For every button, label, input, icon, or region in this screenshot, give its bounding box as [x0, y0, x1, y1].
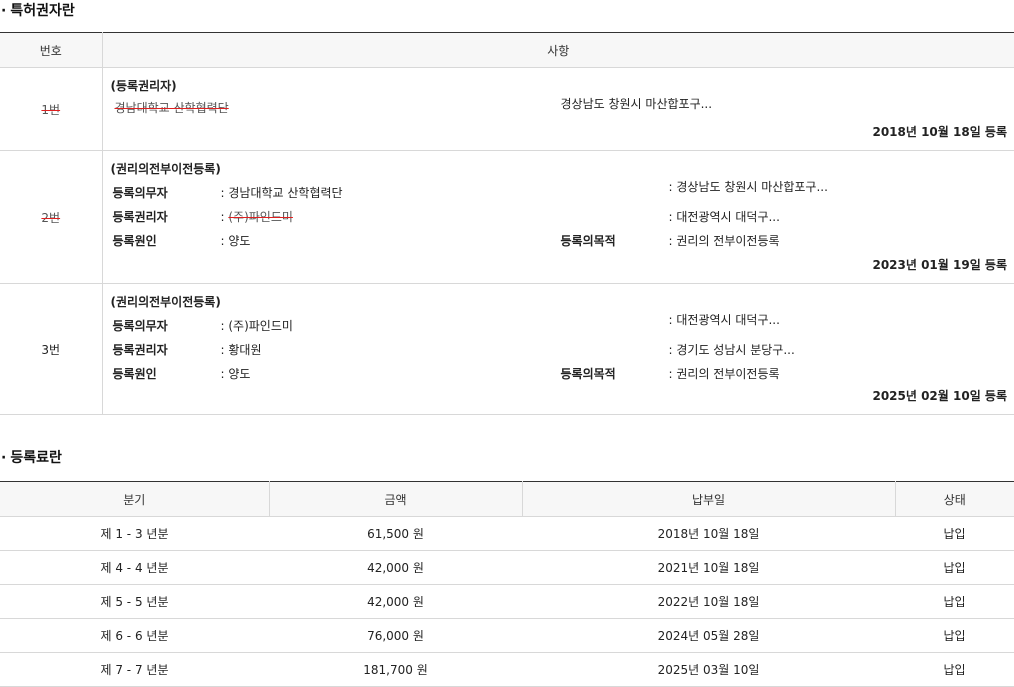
- cause-label: 등록원인: [112, 367, 157, 381]
- row-number: 3번: [41, 342, 61, 357]
- rights-header-row: 번호 사항: [0, 32, 1014, 68]
- fee-amount: 42,000 원: [269, 550, 522, 585]
- fee-period: 제 6 - 6 년분: [0, 618, 269, 653]
- obligor-value: : (주)파인드미: [220, 319, 293, 333]
- cause-value: : 양도: [220, 234, 251, 248]
- holder-label: 등록권리자: [112, 210, 168, 224]
- registration-kind: (권리의전부이전등록): [110, 162, 221, 176]
- holder-address: : 대전광역시 대덕구...: [668, 210, 780, 224]
- registration-date: 2018년 10월 18일 등록: [872, 125, 1007, 139]
- column-header-paid-date: 납부일: [522, 481, 896, 517]
- column-header-detail: 사항: [102, 32, 1014, 68]
- row-number-struck: 1번: [41, 102, 61, 117]
- holder-name-struck: 경남대학교 산학협력단: [114, 101, 229, 115]
- fees-section-label: 등록료란: [10, 450, 62, 466]
- fee-paid-date: 2024년 05월 28일: [522, 618, 895, 653]
- fee-status: 납입: [895, 550, 1014, 585]
- purpose-label: 등록의목적: [560, 367, 616, 381]
- obligor-address: : 대전광역시 대덕구...: [668, 313, 780, 327]
- obligor-value: : 경남대학교 산학협력단: [220, 186, 343, 200]
- fee-row: 제 5 - 5 년분 42,000 원 2022년 10월 18일 납입: [0, 584, 1014, 619]
- purpose-value: : 권리의 전부이전등록: [668, 234, 780, 248]
- fee-paid-date: 2022년 10월 18일: [522, 584, 895, 619]
- registration-kind: (권리의전부이전등록): [110, 295, 221, 309]
- fee-row: 제 4 - 4 년분 42,000 원 2021년 10월 18일 납입: [0, 550, 1014, 585]
- cause-label: 등록원인: [112, 234, 157, 248]
- registration-date: 2023년 01월 19일 등록: [872, 258, 1007, 272]
- cause-value: : 양도: [220, 367, 251, 381]
- fee-paid-date: 2018년 10월 18일: [522, 516, 895, 551]
- fee-row: 제 1 - 3 년분 61,500 원 2018년 10월 18일 납입: [0, 516, 1014, 551]
- rights-row-detail: (권리의전부이전등록) 등록의무자 : (주)파인드미 : 대전광역시 대덕구.…: [102, 283, 1014, 415]
- obligor-label: 등록의무자: [112, 319, 168, 333]
- obligor-label: 등록의무자: [112, 186, 168, 200]
- rights-row-3: 3번 (권리의전부이전등록) 등록의무자 : (주)파인드미 : 대전광역시 대…: [0, 283, 1014, 415]
- rights-section-label: 특허권자란: [10, 3, 75, 19]
- column-header-status: 상태: [895, 481, 1014, 517]
- fee-row: 제 6 - 6 년분 76,000 원 2024년 05월 28일 납입: [0, 618, 1014, 653]
- rights-table: 번호 사항 1번 (등록권리자) 경남대학교 산학협력단 경상남도 창원시 마산…: [0, 32, 1014, 415]
- column-header-period: 분기: [0, 481, 270, 517]
- rights-row-number: 3번: [0, 283, 103, 415]
- registration-kind: (등록권리자): [110, 79, 177, 93]
- purpose-value: : 권리의 전부이전등록: [668, 367, 780, 381]
- fee-period: 제 5 - 5 년분: [0, 584, 269, 619]
- rights-row-detail: (권리의전부이전등록) 등록의무자 : 경남대학교 산학협력단 : 경상남도 창…: [102, 150, 1014, 284]
- holder-value: : (주)파인드미: [221, 208, 293, 225]
- fees-table: 분기 금액 납부일 상태 제 1 - 3 년분 61,500 원 2018년 1…: [0, 481, 1014, 687]
- rights-row-2: 2번 (권리의전부이전등록) 등록의무자 : 경남대학교 산학협력단 : 경상남…: [0, 150, 1014, 284]
- fee-period: 제 4 - 4 년분: [0, 550, 269, 585]
- holder-address: 경상남도 창원시 마산합포구...: [560, 97, 713, 111]
- fee-amount: 61,500 원: [269, 516, 522, 551]
- bullet: ·: [1, 3, 7, 19]
- fee-period: 제 1 - 3 년분: [0, 516, 269, 551]
- holder-name-struck: (주)파인드미: [228, 210, 293, 224]
- holder-value: : 황대원: [220, 343, 262, 357]
- rights-row-detail: (등록권리자) 경남대학교 산학협력단 경상남도 창원시 마산합포구... 20…: [102, 67, 1014, 151]
- rights-section-title: · 특허권자란: [0, 0, 1014, 22]
- row-number-struck: 2번: [41, 210, 61, 225]
- holder-label: 등록권리자: [112, 343, 168, 357]
- fee-status: 납입: [895, 516, 1014, 551]
- column-header-amount: 금액: [269, 481, 523, 517]
- fee-status: 납입: [895, 618, 1014, 653]
- fee-paid-date: 2021년 10월 18일: [522, 550, 895, 585]
- fee-amount: 42,000 원: [269, 584, 522, 619]
- purpose-label: 등록의목적: [560, 234, 616, 248]
- fee-amount: 76,000 원: [269, 618, 522, 653]
- bullet: ·: [1, 450, 7, 466]
- holder-address: : 경기도 성남시 분당구...: [668, 343, 795, 357]
- fee-status: 납입: [895, 584, 1014, 619]
- column-header-no: 번호: [0, 32, 103, 68]
- fees-header-row: 분기 금액 납부일 상태: [0, 481, 1014, 517]
- fees-section-title: · 등록료란: [0, 447, 1014, 469]
- obligor-address: : 경상남도 창원시 마산합포구...: [668, 180, 828, 194]
- rights-row-1: 1번 (등록권리자) 경남대학교 산학협력단 경상남도 창원시 마산합포구...…: [0, 67, 1014, 151]
- rights-row-number: 2번: [0, 150, 103, 284]
- registration-date: 2025년 02월 10일 등록: [872, 389, 1007, 403]
- rights-row-number: 1번: [0, 67, 103, 151]
